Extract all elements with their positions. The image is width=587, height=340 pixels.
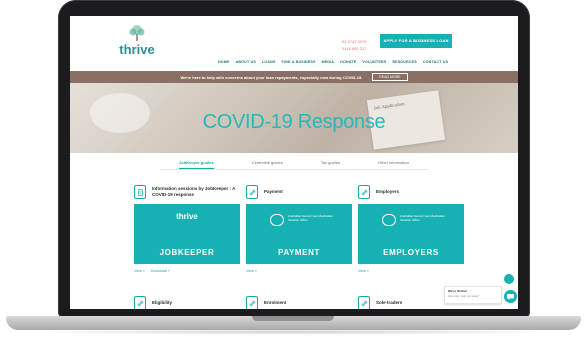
tree-logo-icon [129, 25, 145, 41]
scroll-top-button[interactable] [504, 274, 514, 284]
card-links: View » Download » [134, 269, 240, 273]
guide-tabs: JobKeeper guides Centrelink guides Tax g… [160, 160, 428, 170]
tab-jobkeeper[interactable]: JobKeeper guides [179, 160, 214, 169]
main-nav: HOME ABOUT US LOANS FIND A BUSINESS MEDI… [218, 60, 448, 64]
card-title: Sole-traders [376, 300, 403, 305]
chain-link-icon [361, 300, 367, 306]
card-information-sessions: Information sessions by JobKeeper : A CO… [134, 180, 240, 273]
site-logo[interactable]: thrive [112, 24, 162, 62]
tab-centrelink[interactable]: Centrelink guides [252, 160, 283, 169]
paper-label: Job Application [373, 101, 405, 111]
view-link[interactable]: View » [134, 269, 145, 273]
crest-text: Australian Government Australian Taxatio… [288, 214, 333, 222]
tab-tax[interactable]: Tax guides [321, 160, 340, 169]
document-icon [134, 185, 146, 199]
chain-link-icon [361, 189, 367, 195]
chat-title: We're Online! [448, 289, 468, 293]
contact-info: 02 9747 0979 0416 880 227 [342, 38, 366, 52]
covid-banner-text: We're here to help with concerns about y… [180, 74, 363, 80]
nav-contact[interactable]: CONTACT US [423, 60, 448, 64]
card-header: Payment [246, 180, 352, 204]
page-title: COVID-19 Response [202, 111, 386, 133]
nav-volunteer[interactable]: VOLUNTEER [362, 60, 386, 64]
jobkeeper-image[interactable]: thrive JOBKEEPER [134, 204, 240, 264]
chat-popup[interactable]: We're Online! How may I help you today? [444, 286, 502, 304]
card-title: Eligibility [152, 300, 173, 305]
card-header: Eligibility [134, 293, 240, 309]
chain-link-icon [249, 189, 255, 195]
link-icon [134, 296, 146, 309]
card-header: Enrolment [246, 293, 352, 309]
nav-home[interactable]: HOME [218, 60, 230, 64]
laptop-screen: thrive 02 9747 0979 0416 880 227 APPLY F… [70, 16, 518, 309]
link-icon [246, 185, 258, 199]
payment-image[interactable]: Australian Government Australian Taxatio… [246, 204, 352, 264]
image-heading: EMPLOYERS [383, 248, 439, 257]
link-icon [246, 296, 258, 309]
card-header: Employers [358, 180, 464, 204]
card-header: Information sessions by JobKeeper : A CO… [134, 180, 240, 204]
card-payment: Payment Australian Government Australian… [246, 180, 352, 273]
image-logo: thrive [176, 212, 198, 221]
logo-wordmark: thrive [119, 42, 155, 57]
card-title: Information sessions by JobKeeper : A CO… [152, 186, 236, 197]
card-links: View » [358, 269, 464, 273]
view-link[interactable]: View » [358, 269, 369, 273]
card-title: Enrolment [264, 300, 287, 305]
document-glyph-icon [137, 188, 143, 196]
card-links: View » [246, 269, 352, 273]
nav-donate[interactable]: DONATE [340, 60, 356, 64]
image-heading: PAYMENT [278, 248, 320, 257]
apply-loan-button[interactable]: APPLY FOR A BUSINESS LOAN [380, 34, 452, 48]
government-crest-icon [270, 214, 284, 226]
link-icon [358, 185, 370, 199]
download-link[interactable]: Download » [151, 269, 170, 273]
card-enrolment: Enrolment [246, 293, 352, 309]
read-more-button[interactable]: READ MORE [372, 73, 408, 81]
mobile-number[interactable]: 0416 880 227 [342, 45, 366, 52]
tab-other[interactable]: Other information [378, 160, 409, 169]
laptop-mockup: thrive 02 9747 0979 0416 880 227 APPLY F… [0, 0, 587, 340]
nav-find-business[interactable]: FIND A BUSINESS [282, 60, 316, 64]
card-title: Payment [264, 189, 283, 194]
chat-button[interactable] [504, 290, 517, 303]
hero-section: Job Application COVID-19 Response [70, 83, 518, 153]
chain-link-icon [137, 300, 143, 306]
laptop-notch [252, 316, 334, 321]
crest-text: Australian Government Australian Taxatio… [400, 214, 445, 222]
chain-link-icon [249, 300, 255, 306]
nav-resources[interactable]: RESOURCES [392, 60, 417, 64]
card-employers: Employers Australian Government Australi… [358, 180, 464, 273]
card-title: Employers [376, 189, 400, 194]
government-crest-icon [382, 214, 396, 226]
chat-icon [507, 293, 514, 300]
nav-loans[interactable]: LOANS [262, 60, 276, 64]
image-heading: JOBKEEPER [159, 248, 215, 257]
card-eligibility: Eligibility [134, 293, 240, 309]
chat-subtitle: How may I help you today? [448, 295, 480, 298]
site-header: thrive 02 9747 0979 0416 880 227 APPLY F… [70, 16, 518, 68]
view-link[interactable]: View » [246, 269, 257, 273]
employers-image[interactable]: Australian Government Australian Taxatio… [358, 204, 464, 264]
link-icon [358, 296, 370, 309]
covid-banner: We're here to help with concerns about y… [70, 71, 518, 83]
nav-about[interactable]: ABOUT US [236, 60, 256, 64]
nav-media[interactable]: MEDIA [322, 60, 335, 64]
phone-number[interactable]: 02 9747 0979 [342, 38, 366, 45]
